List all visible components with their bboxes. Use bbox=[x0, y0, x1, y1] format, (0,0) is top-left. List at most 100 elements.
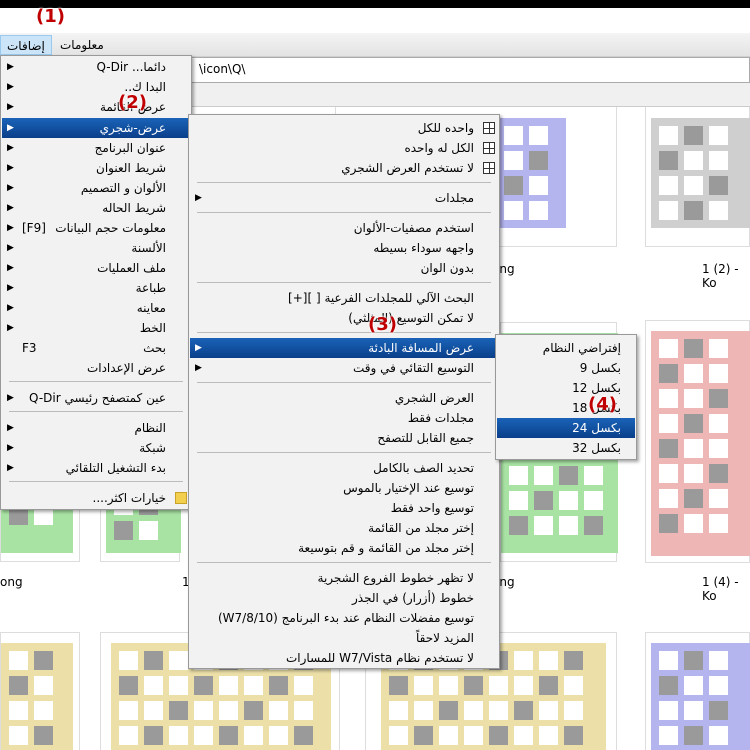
treeview-menu-item[interactable]: عرض المسافة البادئة ▶ bbox=[190, 338, 498, 358]
extras-menu-item[interactable]: عرض-شجري ▶ bbox=[2, 118, 190, 138]
extras-menu-item[interactable]: ملف العمليات ▶ bbox=[2, 258, 190, 278]
indent-menu-item-label: بكسل 9 bbox=[579, 361, 621, 375]
treeview-menu-item[interactable]: خطوط (أزرار) في الجذر bbox=[190, 588, 498, 608]
extras-menu-item-label: معلومات حجم البيانات bbox=[55, 221, 166, 235]
extras-menu-item[interactable]: شريط العنوان ▶ bbox=[2, 158, 190, 178]
thumbnail-cell bbox=[294, 726, 313, 745]
treeview-menu-item[interactable]: استخدم مصفيات-الألوان bbox=[190, 218, 498, 238]
extras-menu-item[interactable]: معاينه ▶ bbox=[2, 298, 190, 318]
extras-menu-item[interactable]: خيارات اكثر.... bbox=[2, 488, 190, 508]
indent-menu-item[interactable]: إفتراضي النظام bbox=[497, 338, 635, 358]
submenu-arrow-icon: ▶ bbox=[7, 393, 14, 403]
extras-menu-item[interactable]: الألسنة ▶ bbox=[2, 238, 190, 258]
thumbnail-cell bbox=[9, 676, 28, 695]
treeview-menu-item[interactable]: بدون الوان bbox=[190, 258, 498, 278]
extras-menu-item[interactable]: النظام ▶ bbox=[2, 418, 190, 438]
thumbnail-cell bbox=[659, 676, 678, 695]
thumbnail-cell bbox=[144, 651, 163, 670]
indent-menu-item-label: إفتراضي النظام bbox=[542, 341, 621, 355]
thumbnail[interactable] bbox=[645, 632, 750, 750]
thumbnail-cell bbox=[684, 389, 703, 408]
extras-menu-item[interactable]: بحث F3 bbox=[2, 338, 190, 358]
thumbnail[interactable] bbox=[645, 320, 750, 563]
treeview-menu-item[interactable]: لا تمكن التوسيع (المثلثي) bbox=[190, 308, 498, 328]
treeview-menu-item[interactable]: إختر مجلد من القائمة bbox=[190, 518, 498, 538]
thumbnail-cell bbox=[514, 701, 533, 720]
treeview-menu-item[interactable]: مجلدات فقط bbox=[190, 408, 498, 428]
indent-menu-item[interactable]: بكسل 32 bbox=[497, 438, 635, 458]
thumbnail-cell bbox=[709, 489, 728, 508]
thumbnail[interactable] bbox=[645, 107, 750, 247]
menu-extras[interactable]: إضافات bbox=[0, 35, 52, 55]
treeview-menu-item[interactable]: لا تستخدم العرض الشجري bbox=[190, 158, 498, 178]
thumbnail-cell bbox=[529, 176, 548, 195]
thumbnail-cell bbox=[169, 701, 188, 720]
treeview-menu-item[interactable]: العرض الشجري bbox=[190, 388, 498, 408]
extras-menu-item[interactable]: الخط ▶ bbox=[2, 318, 190, 338]
thumbnail-cell bbox=[439, 726, 458, 745]
treeview-menu-item[interactable]: البحث الآلي للمجلدات الفرعية [ ][+] bbox=[190, 288, 498, 308]
extras-menu-item[interactable]: عرض الإعدادات bbox=[2, 358, 190, 378]
thumbnail-cell bbox=[529, 201, 548, 220]
thumbnail-cell bbox=[684, 414, 703, 433]
extras-menu-item[interactable]: شبكة ▶ bbox=[2, 438, 190, 458]
extras-menu-item[interactable]: بدء التشغيل التلقائي ▶ bbox=[2, 458, 190, 478]
thumbnail-cell bbox=[564, 701, 583, 720]
thumbnail-cell bbox=[659, 726, 678, 745]
extras-menu-item[interactable]: معلومات حجم البيانات ▶ [F9] bbox=[2, 218, 190, 238]
treeview-menu-item[interactable]: توسيع واحد فقط bbox=[190, 498, 498, 518]
extras-menu-item[interactable]: الألوان و التصميم ▶ bbox=[2, 178, 190, 198]
thumbnail-cell bbox=[414, 676, 433, 695]
extras-menu-item[interactable]: Q-Dir عين كمتصفح رئيسي ▶ bbox=[2, 388, 190, 408]
thumbnail-cell bbox=[564, 726, 583, 745]
treeview-menu-item[interactable]: واحده للكل bbox=[190, 118, 498, 138]
thumbnail-image bbox=[651, 118, 750, 228]
address-path: \icon\Q\ bbox=[199, 62, 246, 76]
treeview-menu-item[interactable]: التوسيع التقائي في وقت ▶ bbox=[190, 358, 498, 378]
thumbnail-cell bbox=[709, 414, 728, 433]
thumbnail-cell bbox=[659, 126, 678, 145]
treeview-menu-item[interactable]: توسيع عند الإختيار بالموس bbox=[190, 478, 498, 498]
indent-menu-item[interactable]: بكسل 24 bbox=[497, 418, 635, 438]
thumbnail-cell bbox=[684, 651, 703, 670]
extras-menu-item[interactable]: البدا ك.. ▶ bbox=[2, 77, 190, 97]
extras-menu-item-label: النظام bbox=[134, 421, 166, 435]
extras-menu-item[interactable]: طباعة ▶ bbox=[2, 278, 190, 298]
submenu-arrow-icon: ▶ bbox=[7, 463, 14, 473]
thumbnail-cell bbox=[659, 339, 678, 358]
treeview-menu-item[interactable]: واجهه سوداء بسيطه bbox=[190, 238, 498, 258]
treeview-menu-item[interactable]: المزيد لاحقاً bbox=[190, 628, 498, 648]
treeview-menu-item[interactable]: لا تستخدم نظام W7/Vista للمسارات bbox=[190, 648, 498, 668]
thumbnail-cell bbox=[514, 651, 533, 670]
treeview-menu-item-label: خطوط (أزرار) في الجذر bbox=[352, 591, 474, 605]
submenu-arrow-icon: ▶ bbox=[7, 303, 14, 313]
treeview-menu-item-label: واحده للكل bbox=[417, 121, 474, 135]
treeview-menu-item[interactable]: توسيع مفضلات النظام عند بدء البرنامج (W7… bbox=[190, 608, 498, 628]
treeview-menu-item[interactable]: لا تظهر خطوط الفروع الشجرية bbox=[190, 568, 498, 588]
address-bar[interactable]: \icon\Q\ bbox=[180, 57, 750, 83]
thumbnail-cell bbox=[539, 676, 558, 695]
treeview-submenu: واحده للكل الكل له واحده لا تستخدم العرض ا… bbox=[188, 114, 500, 669]
thumbnail-cell bbox=[659, 464, 678, 483]
thumbnail-cell bbox=[659, 414, 678, 433]
extras-menu-item[interactable]: دائما... Q-Dir ▶ bbox=[2, 57, 190, 77]
indent-menu-item[interactable]: بكسل 9 bbox=[497, 358, 635, 378]
treeview-menu-item[interactable]: إختر مجلد من القائمة و قم بتوسيعة bbox=[190, 538, 498, 558]
extras-menu-item-label: الألسنة bbox=[131, 241, 166, 255]
extras-menu-item[interactable]: عرض-القائمة ▶ bbox=[2, 97, 190, 117]
submenu-arrow-icon: ▶ bbox=[7, 323, 14, 333]
treeview-menu-item[interactable]: الكل له واحده bbox=[190, 138, 498, 158]
treeview-menu-item[interactable]: جميع القابل للتصفح bbox=[190, 428, 498, 448]
thumbnail-cell bbox=[659, 389, 678, 408]
extras-menu-item[interactable]: عنوان البرنامج ▶ bbox=[2, 138, 190, 158]
treeview-menu-item-label: بدون الوان bbox=[420, 261, 474, 275]
thumbnail-cell bbox=[529, 151, 548, 170]
menu-info[interactable]: معلومات bbox=[54, 35, 110, 55]
submenu-arrow-icon: ▶ bbox=[195, 363, 202, 373]
thumbnail-cell bbox=[534, 466, 553, 485]
treeview-menu-item-label: مجلدات bbox=[434, 191, 474, 205]
treeview-menu-item[interactable]: تحديد الصف بالكامل bbox=[190, 458, 498, 478]
treeview-menu-item[interactable]: مجلدات ▶ bbox=[190, 188, 498, 208]
thumbnail[interactable] bbox=[0, 632, 80, 750]
extras-menu-item[interactable]: شريط الحاله ▶ bbox=[2, 198, 190, 218]
